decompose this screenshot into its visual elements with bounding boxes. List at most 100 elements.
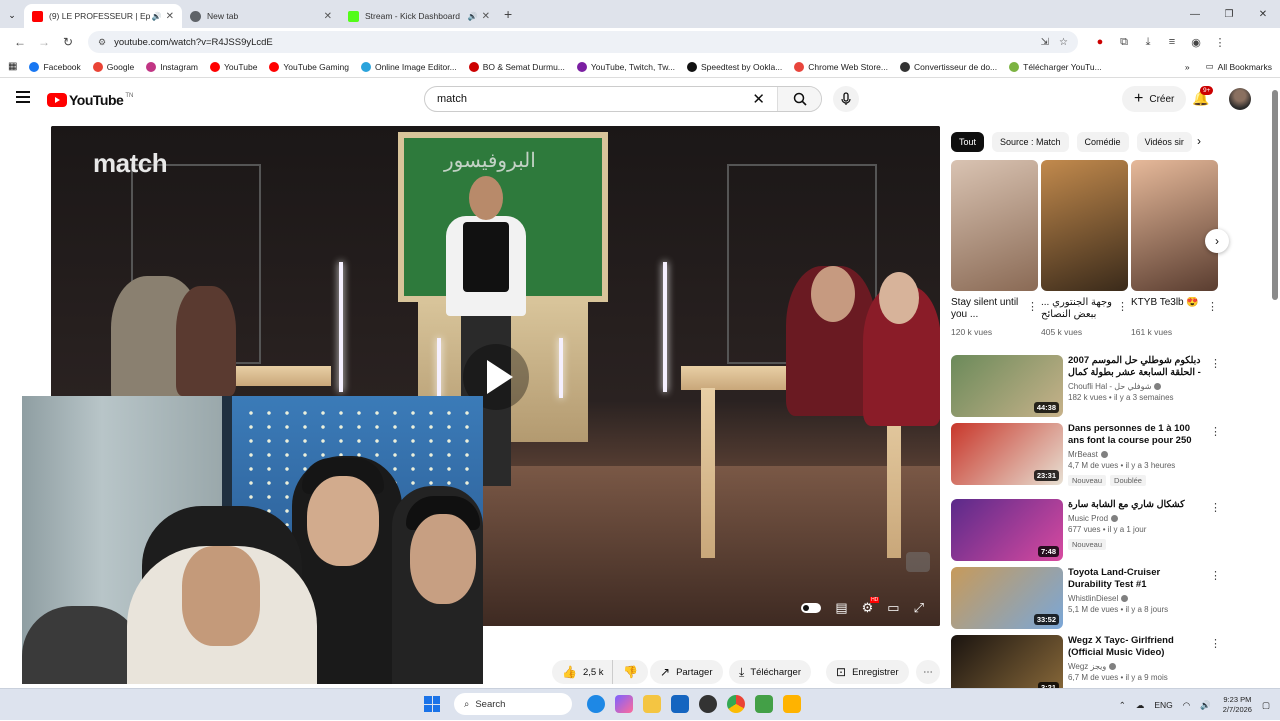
new-tab-button[interactable]: + (504, 6, 512, 22)
more-vertical-icon[interactable]: ⋮ (1210, 501, 1221, 514)
reading-list-icon[interactable]: ≡ (1160, 36, 1184, 48)
fullscreen-icon[interactable]: ⤢ (914, 600, 924, 616)
bookmark-star-icon[interactable]: ☆ (1059, 37, 1068, 48)
site-info-icon[interactable]: ⚙ (98, 37, 106, 48)
recommended-video[interactable]: 33:52 Toyota Land-Cruiser Durability Test… (951, 567, 1221, 629)
tab-new-tab[interactable]: New tab ✕ (182, 4, 340, 28)
notifications-icon[interactable]: ▢ (1262, 700, 1270, 711)
miniplayer-icon[interactable]: ▭ (887, 600, 899, 616)
speaker-icon[interactable]: 🔊 (468, 12, 478, 21)
filter-chip[interactable]: Tout (951, 132, 985, 152)
more-vertical-icon[interactable]: ⋮ (1027, 300, 1038, 313)
copilot-icon[interactable] (615, 695, 633, 713)
green-app-icon[interactable] (755, 695, 773, 713)
video-title[interactable]: كشكال شاري مع الشابة سارة (1068, 499, 1206, 511)
obs-icon[interactable] (699, 695, 717, 713)
recommended-video[interactable]: 23:31 Dans personnes de 1 à 100 ans font … (951, 423, 1221, 486)
short-item[interactable]: Stay silent until you ... 120 k vues ⋮ (951, 160, 1038, 337)
create-button[interactable]: + Créer (1122, 86, 1187, 112)
bookmark-item[interactable]: Speedtest by Ookla... (687, 61, 782, 72)
account-avatar[interactable] (1229, 88, 1251, 110)
maximize-icon[interactable]: ❐ (1212, 9, 1246, 20)
filter-chip[interactable]: Comédie (1076, 132, 1129, 152)
page-scrollbar[interactable] (1272, 84, 1278, 684)
menu-hamburger-icon[interactable] (16, 91, 30, 103)
bookmark-item[interactable]: YouTube Gaming (269, 61, 349, 72)
minimize-icon[interactable]: — (1178, 9, 1212, 20)
settings-gear-icon[interactable]: ⚙ HD (862, 597, 880, 616)
more-vertical-icon[interactable]: ⋮ (1210, 425, 1221, 438)
forward-icon[interactable]: → (32, 35, 56, 49)
scrollbar-thumb[interactable] (1272, 90, 1278, 300)
bookmark-item[interactable]: Convertisseur de do... (899, 61, 997, 72)
layers-app-icon[interactable] (783, 695, 801, 713)
short-thumbnail[interactable] (951, 160, 1038, 291)
download-icon[interactable]: ⤓ (1136, 36, 1160, 49)
wifi-icon[interactable]: ◠ (1183, 700, 1190, 711)
close-tab-icon[interactable]: ✕ (166, 11, 174, 22)
video-thumbnail[interactable]: 44:38 (951, 355, 1063, 417)
video-thumbnail[interactable]: 23:31 (951, 423, 1063, 485)
channel-name[interactable]: WhistlinDiesel (1068, 594, 1118, 603)
youtube-logo[interactable]: YouTube TN (47, 92, 133, 108)
opera-extension-icon[interactable]: ● (1088, 36, 1112, 48)
taskbar-search[interactable]: ⌕ Search (454, 693, 572, 715)
video-title[interactable]: Dans personnes de 1 à 100 ans font la co… (1068, 423, 1206, 447)
chrome-icon[interactable] (727, 695, 745, 713)
video-title[interactable]: Toyota Land-Cruiser Durability Test #1 (1068, 567, 1206, 591)
video-thumbnail[interactable]: 7:48 (951, 499, 1063, 561)
clock[interactable]: 9:23 PM 2/7/2026 (1223, 695, 1252, 715)
short-thumbnail[interactable] (1041, 160, 1128, 291)
chevron-up-icon[interactable]: ⌃ (1119, 700, 1126, 711)
clear-search-icon[interactable]: ✕ (752, 90, 765, 108)
channel-name[interactable]: Music Prod (1068, 514, 1108, 523)
bookmark-item[interactable]: BO & Semat Durmu... (468, 61, 565, 72)
bookmark-item[interactable]: Instagram (146, 61, 198, 72)
url-input[interactable]: ⚙ youtube.com/watch?v=R4JSS9yLcdE ⇲ ☆ (88, 31, 1078, 53)
short-title[interactable]: KTYB Te3lb 😍 (1131, 297, 1218, 323)
search-box[interactable]: match ✕ (424, 86, 822, 112)
chevron-right-icon[interactable]: › (1197, 134, 1201, 148)
filter-chip[interactable]: Vidéos sir (1136, 132, 1192, 152)
subtitles-icon[interactable]: ▤ (835, 600, 847, 616)
close-window-icon[interactable]: ✕ (1246, 9, 1280, 20)
edge-icon[interactable] (587, 695, 605, 713)
video-thumbnail[interactable]: 33:52 (951, 567, 1063, 629)
short-item[interactable]: وجهة الجنتوري ... ببعض النصائح 405 k vues… (1041, 160, 1128, 337)
speaker-icon[interactable]: 🔊 (152, 12, 162, 21)
shorts-next-button[interactable]: › (1205, 229, 1229, 253)
tab-search-icon[interactable]: ⌄ (0, 10, 24, 21)
dislike-button[interactable]: 👎 (612, 660, 648, 684)
search-button[interactable] (777, 87, 821, 111)
recommended-video[interactable]: 44:38 دبلكوم شوطلي حل الموسم 2007 - الحلق… (951, 355, 1221, 417)
short-thumbnail[interactable] (1131, 160, 1218, 291)
language-indicator[interactable]: ENG (1154, 700, 1172, 710)
more-vertical-icon[interactable]: ⋮ (1117, 300, 1128, 313)
reload-icon[interactable]: ↻ (56, 35, 80, 49)
extensions-icon[interactable]: ⧉ (1112, 36, 1136, 49)
share-button[interactable]: ↗ Partager (650, 660, 723, 684)
filter-chip[interactable]: Source : Match (992, 132, 1069, 152)
bookmark-item[interactable]: Chrome Web Store... (794, 61, 888, 72)
search-input[interactable]: match (437, 93, 752, 105)
channel-name[interactable]: Choufli Hal - شوفلي حل (1068, 382, 1151, 391)
more-vertical-icon[interactable]: ⋮ (1210, 569, 1221, 582)
windows-start-icon[interactable] (424, 696, 440, 712)
short-title[interactable]: وجهة الجنتوري ... ببعض النصائح (1041, 297, 1128, 323)
voice-search-button[interactable] (833, 86, 859, 112)
install-icon[interactable]: ⇲ (1041, 37, 1049, 48)
bookmark-item[interactable]: Online Image Editor... (360, 61, 457, 72)
like-button[interactable]: 👍 2,5 k (552, 660, 612, 684)
short-title[interactable]: Stay silent until you ... (951, 297, 1038, 323)
save-button[interactable]: ⊡ Enregistrer (826, 660, 909, 684)
tab-kick-dashboard[interactable]: Stream - Kick Dashboard 🔊 ✕ (340, 4, 498, 28)
close-tab-icon[interactable]: ✕ (482, 11, 490, 22)
more-actions-button[interactable]: ⋯ (916, 660, 940, 684)
bookmark-item[interactable]: Google (92, 61, 134, 72)
video-title[interactable]: دبلكوم شوطلي حل الموسم 2007 - الحلقة الس… (1068, 355, 1206, 379)
bookmark-item[interactable]: YouTube, Twitch, Tw... (576, 61, 675, 72)
back-icon[interactable]: ← (8, 35, 32, 49)
close-tab-icon[interactable]: ✕ (324, 11, 332, 22)
channel-name[interactable]: MrBeast (1068, 450, 1098, 459)
chevron-right-icon[interactable]: » (1185, 62, 1190, 72)
